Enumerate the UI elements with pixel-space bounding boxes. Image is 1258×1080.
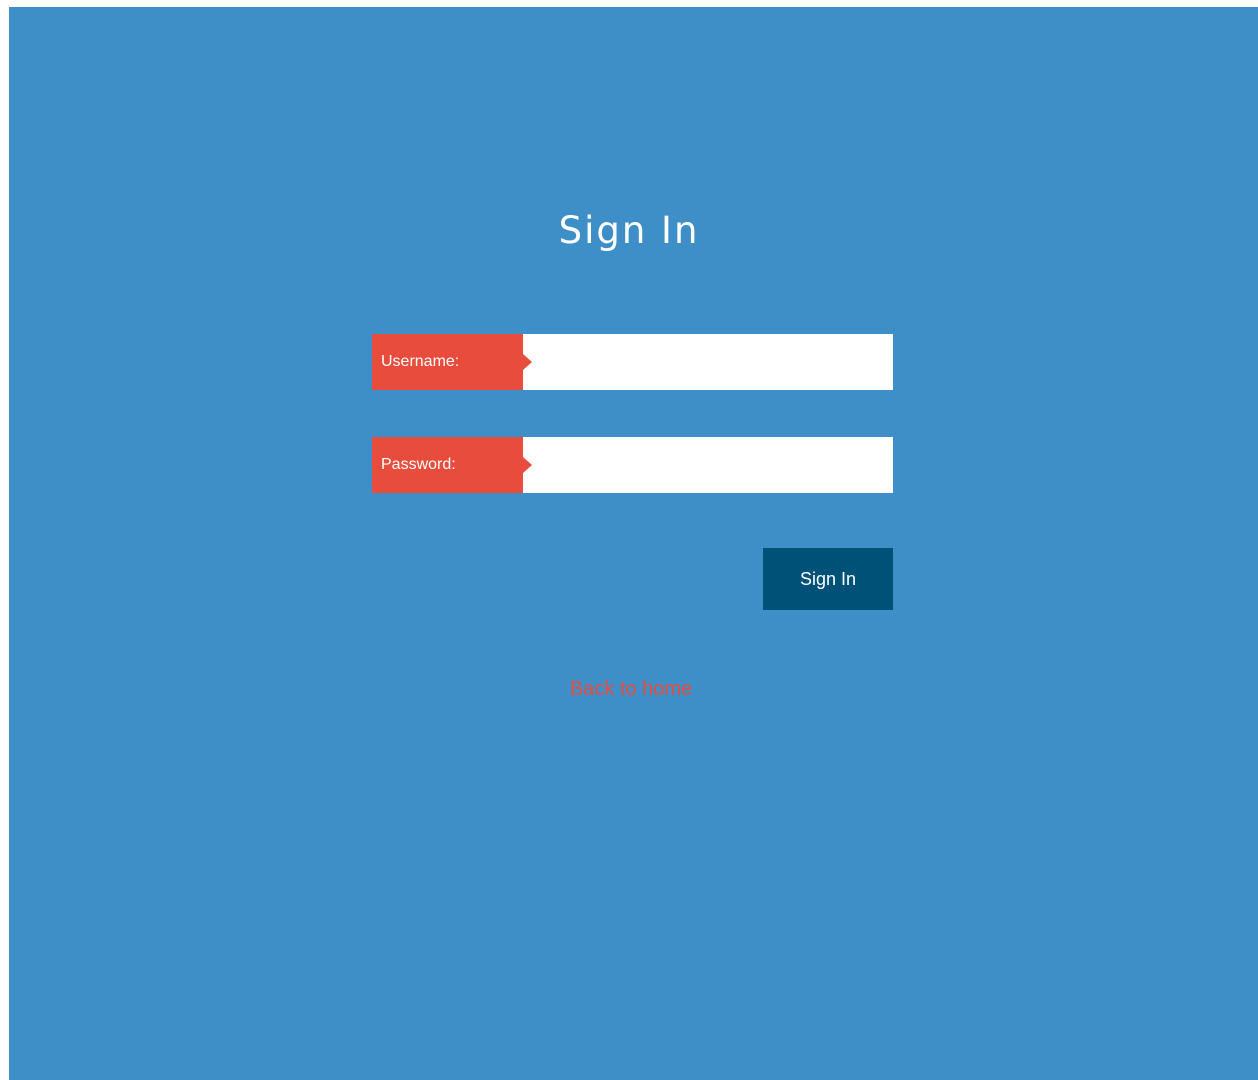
- username-field-group: Username:: [372, 334, 893, 390]
- password-label-text: Password:: [381, 456, 456, 473]
- password-input[interactable]: [523, 437, 893, 493]
- back-to-home-link[interactable]: Back to home: [0, 676, 1258, 702]
- page-background: [9, 7, 1258, 1080]
- username-label-arrow-icon: [523, 354, 532, 370]
- username-label: Username:: [372, 334, 532, 390]
- password-field-group: Password:: [372, 437, 893, 493]
- password-label-arrow-icon: [523, 457, 532, 473]
- page-title: Sign In: [558, 209, 700, 252]
- username-label-text: Username:: [381, 353, 460, 370]
- username-input[interactable]: [523, 334, 893, 390]
- password-label: Password:: [372, 437, 532, 493]
- sign-in-button[interactable]: Sign In: [763, 548, 893, 610]
